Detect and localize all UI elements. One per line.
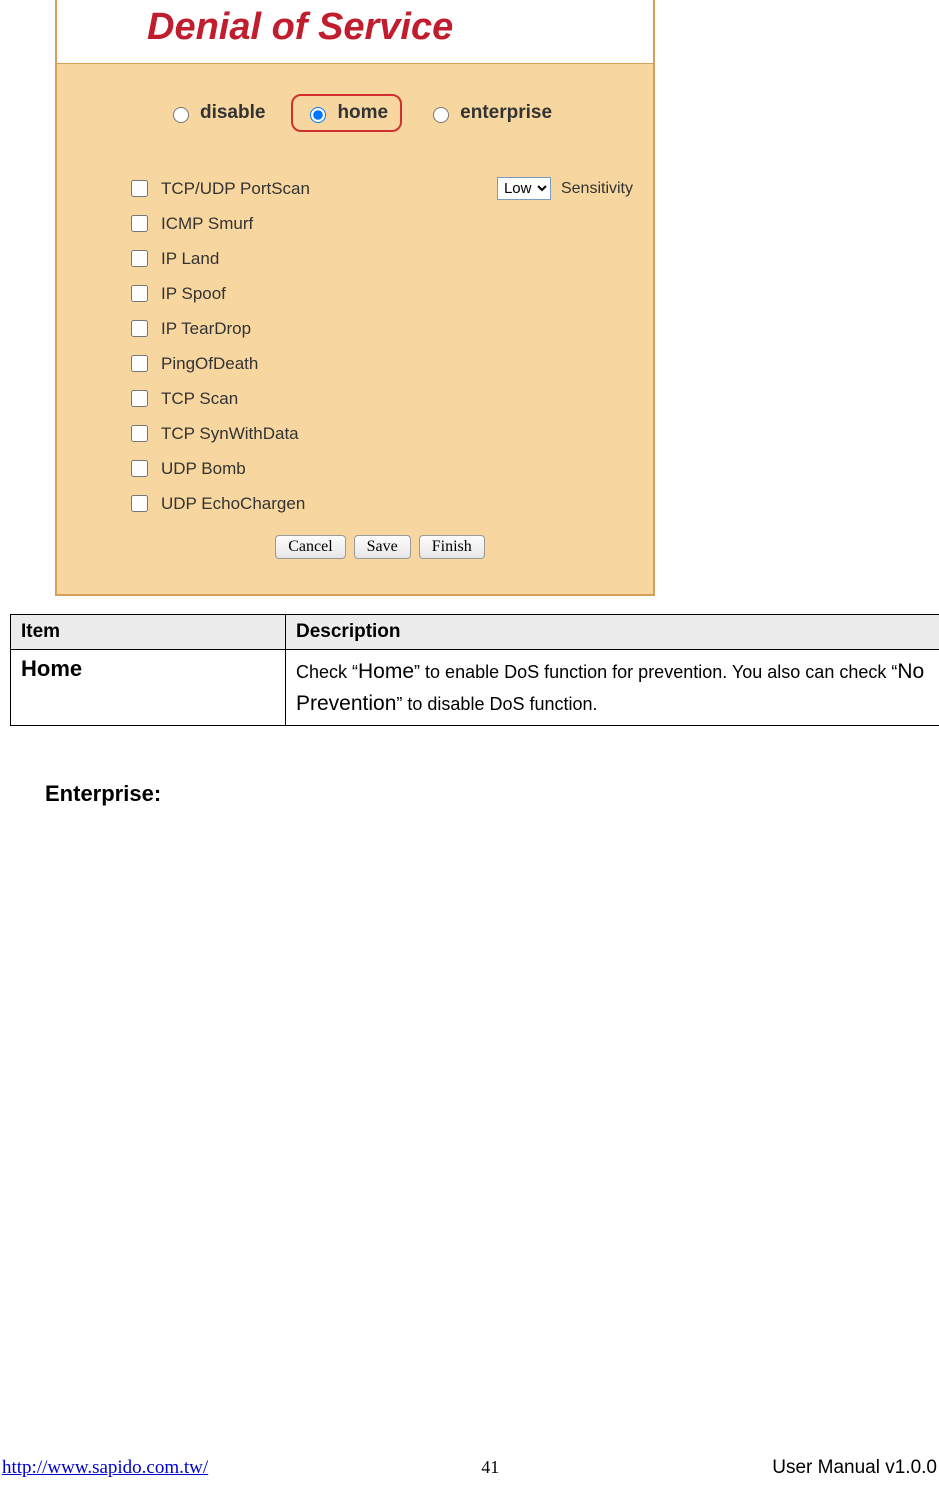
mode-radio-group: disable home enterprise [87, 94, 633, 132]
footer-page-number: 41 [481, 1457, 499, 1478]
check-udp-echochargen-label: UDP EchoChargen [161, 494, 305, 514]
check-row-udp-echochargen: UDP EchoChargen [127, 492, 633, 515]
cancel-button[interactable]: Cancel [275, 535, 345, 559]
check-tcp-synwithdata[interactable] [131, 425, 148, 442]
description-table: Item Description Home Check “Home” to en… [10, 614, 939, 726]
check-udp-bomb-label: UDP Bomb [161, 459, 246, 479]
page-footer: http://www.sapido.com.tw/ 41 User Manual… [0, 1457, 939, 1479]
check-portscan-label: TCP/UDP PortScan [161, 179, 427, 199]
radio-disable[interactable]: disable [160, 98, 273, 128]
table-header-item: Item [11, 615, 286, 650]
check-ip-spoof[interactable] [131, 285, 148, 302]
table-item-cell: Home [11, 650, 286, 726]
check-tcp-scan-label: TCP Scan [161, 389, 238, 409]
dos-panel: Denial of Service disable home enterpris… [55, 0, 655, 596]
check-portscan[interactable] [131, 180, 148, 197]
check-tcp-scan[interactable] [131, 390, 148, 407]
check-row-tcp-synwithdata: TCP SynWithData [127, 422, 633, 445]
check-row-ip-land: IP Land [127, 247, 633, 270]
desc-text: ” to disable DoS function. [396, 694, 597, 714]
check-udp-bomb[interactable] [131, 460, 148, 477]
radio-enterprise-label: enterprise [460, 102, 552, 124]
panel-title: Denial of Service [57, 0, 653, 64]
check-tcp-synwithdata-label: TCP SynWithData [161, 424, 299, 444]
check-ip-teardrop-label: IP TearDrop [161, 319, 251, 339]
footer-version: User Manual v1.0.0 [772, 1457, 937, 1479]
check-pingofdeath[interactable] [131, 355, 148, 372]
save-button[interactable]: Save [354, 535, 411, 559]
radio-home-input[interactable] [310, 107, 326, 123]
sensitivity-select[interactable]: Low [497, 177, 551, 200]
check-row-tcp-scan: TCP Scan [127, 387, 633, 410]
button-row: Cancel Save Finish [127, 535, 633, 559]
check-ip-teardrop[interactable] [131, 320, 148, 337]
sensitivity-label: Sensitivity [561, 180, 633, 198]
finish-button[interactable]: Finish [419, 535, 485, 559]
radio-enterprise[interactable]: enterprise [420, 98, 560, 128]
radio-home[interactable]: home [291, 94, 402, 132]
check-row-udp-bomb: UDP Bomb [127, 457, 633, 480]
desc-text: ” to enable DoS function for prevention.… [414, 662, 897, 682]
check-pingofdeath-label: PingOfDeath [161, 354, 258, 374]
check-row-ip-teardrop: IP TearDrop [127, 317, 633, 340]
check-icmp-smurf-label: ICMP Smurf [161, 214, 253, 234]
desc-text-home: Home [358, 660, 414, 683]
check-ip-land[interactable] [131, 250, 148, 267]
check-ip-spoof-label: IP Spoof [161, 284, 226, 304]
check-icmp-smurf[interactable] [131, 215, 148, 232]
table-header-description: Description [286, 615, 939, 650]
check-row-icmp-smurf: ICMP Smurf [127, 212, 633, 235]
radio-disable-input[interactable] [173, 107, 189, 123]
attack-type-list: TCP/UDP PortScan Low Sensitivity ICMP Sm… [127, 177, 633, 515]
footer-url[interactable]: http://www.sapido.com.tw/ [2, 1457, 208, 1479]
check-row-pingofdeath: PingOfDeath [127, 352, 633, 375]
radio-home-label: home [337, 102, 388, 124]
section-enterprise-heading: Enterprise: [45, 781, 929, 807]
check-row-portscan: TCP/UDP PortScan Low Sensitivity [127, 177, 633, 200]
desc-text: Check “ [296, 662, 358, 682]
radio-enterprise-input[interactable] [433, 107, 449, 123]
table-desc-cell: Check “Home” to enable DoS function for … [286, 650, 939, 726]
radio-disable-label: disable [200, 102, 265, 124]
check-ip-land-label: IP Land [161, 249, 219, 269]
check-row-ip-spoof: IP Spoof [127, 282, 633, 305]
check-udp-echochargen[interactable] [131, 495, 148, 512]
panel-body: disable home enterprise TCP/UDP PortScan… [57, 64, 653, 594]
table-row: Home Check “Home” to enable DoS function… [11, 650, 939, 726]
